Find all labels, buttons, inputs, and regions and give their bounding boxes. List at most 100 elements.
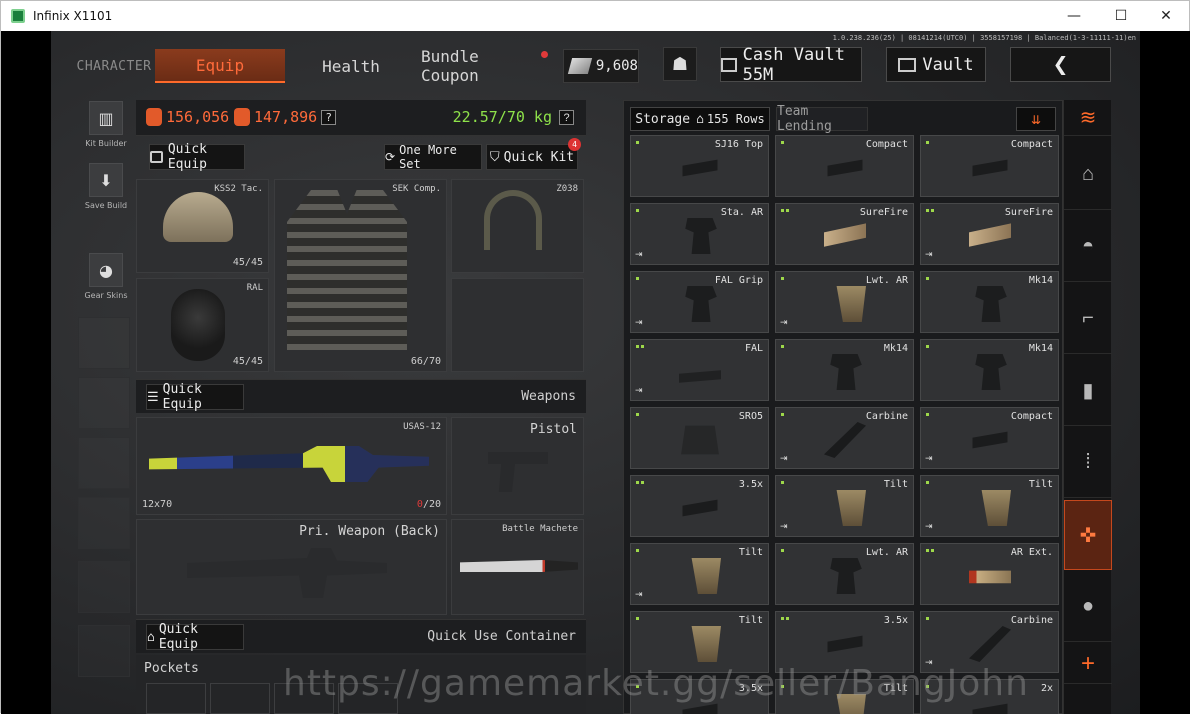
mask-durability: 45/45 [232, 356, 263, 367]
category-helmet[interactable]: ◓ [1064, 212, 1112, 282]
tab-health[interactable]: Health [291, 49, 411, 83]
melee-slot[interactable]: Battle Machete [451, 519, 584, 615]
item-name: 3.5x [883, 615, 908, 626]
storage-item[interactable]: Compact ⇥ [920, 407, 1059, 469]
home-icon: ⌂ [1081, 163, 1095, 185]
storage-item[interactable]: Tilt ⇥ [775, 475, 914, 537]
armor-slot[interactable]: SEK Comp. 66/70 [274, 179, 447, 372]
category-ammo[interactable]: ⁞ [1064, 428, 1112, 498]
helmet-icon [163, 192, 233, 242]
category-magazine[interactable]: ▮ [1064, 356, 1112, 426]
tab-team-lending[interactable]: Team Lending [776, 104, 868, 134]
sort-button[interactable]: ⇊ [1016, 107, 1056, 131]
close-button[interactable]: ✕ [1143, 1, 1189, 31]
storage-item[interactable]: Carbine ⇥ [775, 407, 914, 469]
primary-weapon-slot[interactable]: USAS-12 12x70 0/20 [136, 417, 447, 515]
vault-button[interactable]: Vault [886, 47, 986, 82]
secondary-weapon-slot[interactable]: Pri. Weapon (Back) [136, 519, 447, 615]
empty-slot[interactable] [78, 561, 130, 613]
minimize-button[interactable]: — [1051, 1, 1097, 31]
category-grenade[interactable]: ● [1064, 572, 1112, 642]
shirt-icon [150, 151, 163, 163]
helmet-slot[interactable]: KSS2 Tac. 45/45 [136, 179, 269, 273]
category-stack[interactable]: ≋ [1064, 100, 1112, 136]
storage-label: Storage [635, 111, 691, 127]
weight-help-button[interactable]: ? [559, 110, 574, 125]
storage-item[interactable]: Mk14 [920, 271, 1059, 333]
cash-vault-button[interactable]: Cash Vault 55M [720, 44, 862, 85]
item-name: SRO5 [738, 411, 763, 422]
storage-item[interactable]: Sta. AR ⇥ [630, 203, 769, 265]
weapons-header: ☰ Quick Equip Weapons [136, 379, 586, 413]
avatar-button[interactable]: ☗ [663, 47, 697, 81]
tab-bundle-coupon[interactable]: Bundle Coupon [421, 47, 546, 85]
gear-skins-button[interactable]: ◕ Gear Skins [78, 253, 134, 300]
plate-icon [824, 422, 866, 458]
storage-item[interactable]: Compact [920, 135, 1059, 197]
pistol-slot[interactable]: Pistol [451, 417, 584, 515]
storage-item[interactable]: FAL ⇥ [630, 339, 769, 401]
scope-icon [824, 159, 866, 177]
pocket-slot[interactable] [210, 683, 270, 714]
vault-icon [898, 57, 917, 72]
category-plus[interactable]: + [1064, 644, 1112, 684]
helmet-icon: ◓ [1081, 235, 1095, 257]
maximize-button[interactable]: ☐ [1098, 1, 1144, 31]
item-name: SJ16 Top [714, 139, 763, 150]
storage-item[interactable]: AR Ext. [920, 543, 1059, 605]
headset-icon [484, 190, 542, 250]
kit-builder-button[interactable]: ▥ Kit Builder [78, 101, 134, 148]
category-home[interactable]: ⌂ [1064, 140, 1112, 210]
storage-item[interactable]: Mk14 [920, 339, 1059, 401]
storage-item[interactable]: FAL Grip ⇥ [630, 271, 769, 333]
storage-item[interactable]: SJ16 Top [630, 135, 769, 197]
quick-equip-weapons-button[interactable]: ☰ Quick Equip [146, 382, 244, 412]
quick-kit-button[interactable]: ⛉ Quick Kit 4 [486, 138, 581, 170]
headset-slot[interactable]: Z038 [451, 179, 584, 273]
tab-storage[interactable]: Storage ⌂ 155 Rows [630, 107, 770, 131]
scope-icon [679, 499, 721, 517]
storage-item[interactable]: Tilt ⇥ [920, 475, 1059, 537]
storage-item[interactable]: Tilt ⇥ [630, 543, 769, 605]
weapons-title: Weapons [521, 389, 576, 404]
tab-character[interactable]: CHARACTER [77, 49, 151, 83]
storage-item[interactable]: SureFire [775, 203, 914, 265]
storage-item[interactable]: Lwt. AR ⇥ [775, 271, 914, 333]
empty-slot[interactable] [78, 377, 130, 429]
currency-display[interactable]: 9,608 [563, 49, 639, 83]
category-attachment[interactable]: ✜ [1064, 500, 1112, 570]
empty-slot[interactable] [78, 625, 130, 677]
storage-item[interactable]: SRO5 [630, 407, 769, 469]
storage-item[interactable]: Mk14 [775, 339, 914, 401]
item-name: Mk14 [883, 343, 908, 354]
cash-vault-label: Cash Vault 55M [742, 44, 845, 85]
storage-item[interactable]: 3.5x [630, 475, 769, 537]
quick-equip-weapons-label: Quick Equip [162, 382, 202, 412]
transfer-icon: ⇥ [925, 453, 933, 463]
secondary-weapon-label: Pri. Weapon (Back) [299, 524, 440, 539]
item-name: Mk14 [1028, 343, 1053, 354]
empty-slot[interactable] [78, 317, 130, 369]
one-more-set-button[interactable]: ⟳ One More Set [384, 143, 482, 171]
empty-gear-slot[interactable] [451, 278, 584, 372]
mask-slot[interactable]: RAL 45/45 [136, 278, 269, 372]
category-rifle[interactable]: ⌐ [1064, 284, 1112, 354]
save-build-button[interactable]: ⬇ Save Build [78, 163, 134, 210]
back-button[interactable]: ❮ [1010, 47, 1111, 82]
mask-name: RAL [246, 283, 263, 293]
storage-item[interactable]: Compact [775, 135, 914, 197]
helmet-name: KSS2 Tac. [214, 184, 263, 194]
quick-equip-container-button[interactable]: ⌂ Quick Equip [146, 622, 244, 652]
stats-help-button[interactable]: ? [321, 109, 337, 125]
storage-item[interactable]: Lwt. AR [775, 543, 914, 605]
stack-icon: ≋ [1079, 107, 1097, 129]
pockets-label: Pockets [144, 661, 199, 676]
empty-slot[interactable] [78, 497, 130, 549]
quick-equip-gear-button[interactable]: Quick Equip [149, 142, 245, 172]
storage-item[interactable]: SureFire ⇥ [920, 203, 1059, 265]
pocket-slot[interactable] [146, 683, 206, 714]
tier-indicator [636, 141, 639, 144]
tier-indicator [781, 345, 784, 348]
tab-equip[interactable]: Equip [155, 49, 285, 83]
empty-slot[interactable] [78, 437, 130, 489]
